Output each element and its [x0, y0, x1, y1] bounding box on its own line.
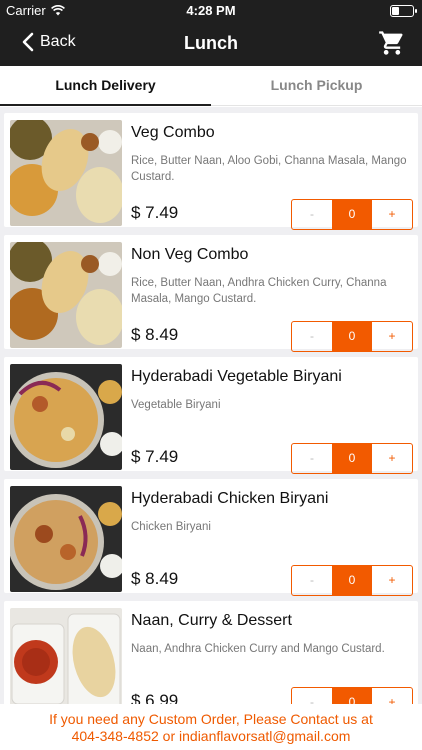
item-price: $ 6.99 — [131, 691, 179, 704]
cart-icon — [379, 31, 403, 55]
item-name: Hyderabadi Vegetable Biryani — [131, 368, 342, 385]
menu-item-card[interactable]: Non Veg Combo Rice, Butter Naan, Andhra … — [4, 235, 418, 352]
quantity-value: 0 — [332, 322, 372, 351]
tab-lunch-delivery[interactable]: Lunch Delivery — [0, 66, 211, 106]
decrement-button[interactable]: - — [292, 200, 332, 229]
custom-order-footer: If you need any Custom Order, Please Con… — [0, 704, 422, 750]
menu-item-card[interactable]: Veg Combo Rice, Butter Naan, Aloo Gobi, … — [4, 113, 418, 230]
quantity-stepper: - 0 + — [291, 687, 413, 704]
increment-button[interactable]: + — [372, 688, 412, 704]
page-title: Lunch — [184, 33, 238, 53]
item-name: Veg Combo — [131, 124, 215, 141]
status-time: 4:28 PM — [186, 3, 236, 18]
item-price: $ 7.49 — [131, 447, 179, 466]
decrement-button[interactable]: - — [292, 566, 332, 595]
footer-contact[interactable]: 404-348-4852 or indianflavorsatl@gmail.c… — [0, 728, 422, 745]
menu-item-card[interactable]: Hyderabadi Vegetable Biryani Vegetable B… — [4, 357, 418, 474]
menu-item-card[interactable]: Hyderabadi Chicken Biryani Chicken Birya… — [4, 479, 418, 596]
tab-lunch-pickup[interactable]: Lunch Pickup — [211, 66, 422, 105]
item-photo — [10, 608, 122, 704]
increment-button[interactable]: + — [372, 322, 412, 351]
item-name: Non Veg Combo — [131, 246, 249, 263]
item-description: Naan, Andhra Chicken Curry and Mango Cus… — [131, 643, 385, 655]
nav-bar: Back Lunch — [0, 22, 422, 66]
item-description: Rice, Butter Naan, Aloo Gobi, Channa Mas… — [131, 155, 407, 183]
increment-button[interactable]: + — [372, 444, 412, 473]
quantity-value: 0 — [332, 444, 372, 473]
item-description: Vegetable Biryani — [131, 399, 221, 411]
quantity-stepper: - 0 + — [291, 321, 413, 352]
cart-button[interactable] — [378, 29, 406, 57]
decrement-button[interactable]: - — [292, 688, 332, 704]
quantity-value: 0 — [332, 566, 372, 595]
decrement-button[interactable]: - — [292, 322, 332, 351]
status-bar: Carrier 4:28 PM — [0, 0, 422, 22]
item-name: Naan, Curry & Dessert — [131, 612, 292, 629]
item-price: $ 7.49 — [131, 203, 179, 222]
quantity-stepper: - 0 + — [291, 199, 413, 230]
item-description: Chicken Biryani — [131, 521, 211, 533]
increment-button[interactable]: + — [372, 566, 412, 595]
item-photo — [10, 486, 122, 592]
increment-button[interactable]: + — [372, 200, 412, 229]
item-price: $ 8.49 — [131, 325, 179, 344]
tab-bar: Lunch Delivery Lunch Pickup — [0, 66, 422, 106]
quantity-stepper: - 0 + — [291, 443, 413, 474]
item-price: $ 8.49 — [131, 569, 179, 588]
item-photo — [10, 364, 122, 470]
battery-icon — [390, 5, 417, 17]
menu-list[interactable]: Veg Combo Rice, Butter Naan, Aloo Gobi, … — [0, 107, 422, 704]
quantity-value: 0 — [332, 688, 372, 704]
item-description: Rice, Butter Naan, Andhra Chicken Curry,… — [131, 277, 387, 305]
item-photo — [10, 120, 122, 226]
quantity-value: 0 — [332, 200, 372, 229]
quantity-stepper: - 0 + — [291, 565, 413, 596]
footer-line-1: If you need any Custom Order, Please Con… — [49, 711, 373, 727]
menu-item-card[interactable]: Naan, Curry & Dessert Naan, Andhra Chick… — [4, 601, 418, 704]
item-photo — [10, 242, 122, 348]
decrement-button[interactable]: - — [292, 444, 332, 473]
item-name: Hyderabadi Chicken Biryani — [131, 490, 329, 507]
